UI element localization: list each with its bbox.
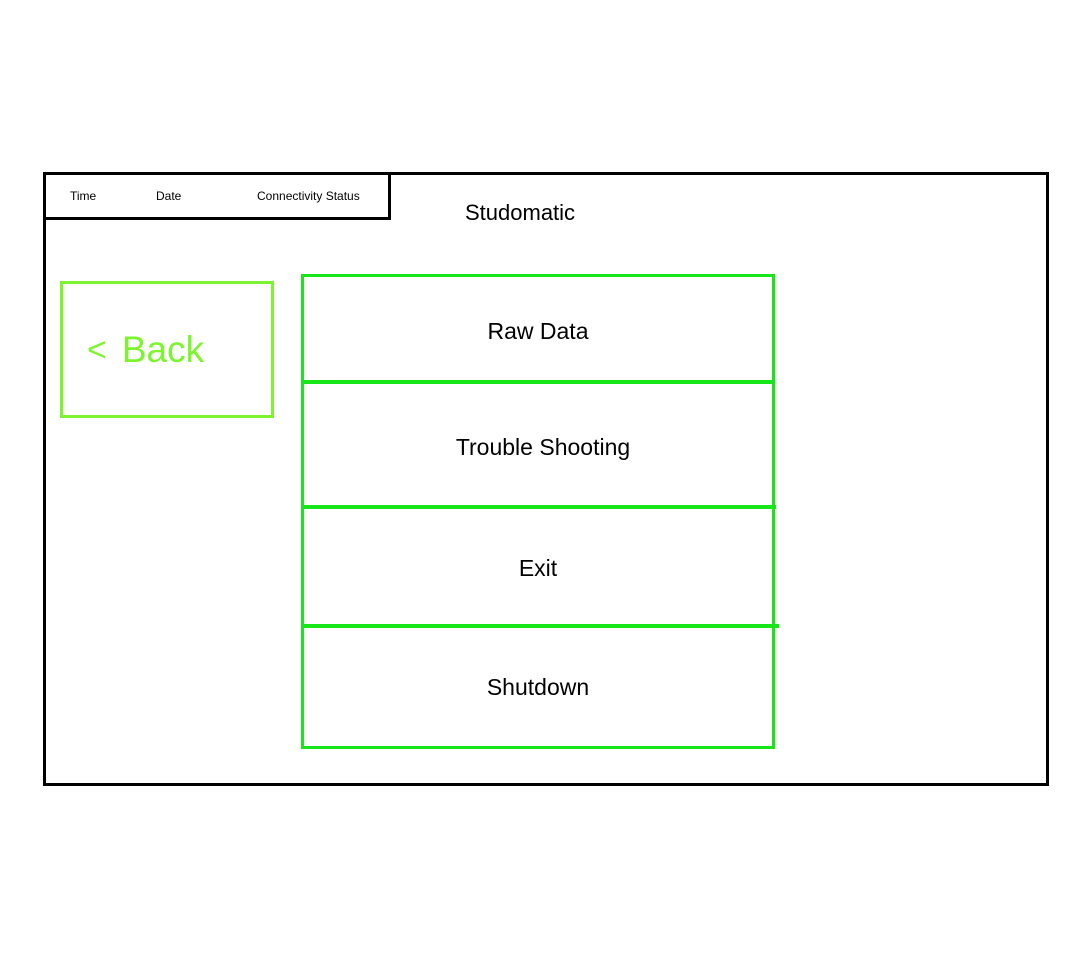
- menu-item-raw-data[interactable]: Raw Data: [304, 277, 772, 385]
- chevron-left-icon: <: [87, 330, 107, 369]
- menu-item-label: Exit: [518, 555, 558, 581]
- menu-item-trouble-shooting[interactable]: Trouble Shooting: [304, 385, 772, 509]
- time-label: Time: [70, 189, 97, 203]
- menu-divider: [301, 505, 776, 509]
- menu-item-label: Raw Data: [487, 317, 589, 344]
- main-menu: Raw Data Trouble Shooting Exit Shutdown: [301, 274, 775, 749]
- menu-item-label: Shutdown: [486, 673, 590, 700]
- app-title: Studomatic: [465, 200, 576, 225]
- status-bar: Time Date Connectivity Status: [43, 172, 391, 220]
- menu-item-shutdown[interactable]: Shutdown: [304, 628, 772, 746]
- connectivity-status-label: Connectivity Status: [257, 189, 360, 203]
- back-button[interactable]: < Back: [60, 281, 274, 418]
- menu-divider: [301, 380, 774, 384]
- date-label: Date: [156, 189, 182, 203]
- menu-divider: [301, 624, 779, 628]
- back-button-label: Back: [121, 328, 205, 370]
- menu-item-exit[interactable]: Exit: [304, 509, 772, 628]
- menu-item-label: Trouble Shooting: [455, 433, 631, 460]
